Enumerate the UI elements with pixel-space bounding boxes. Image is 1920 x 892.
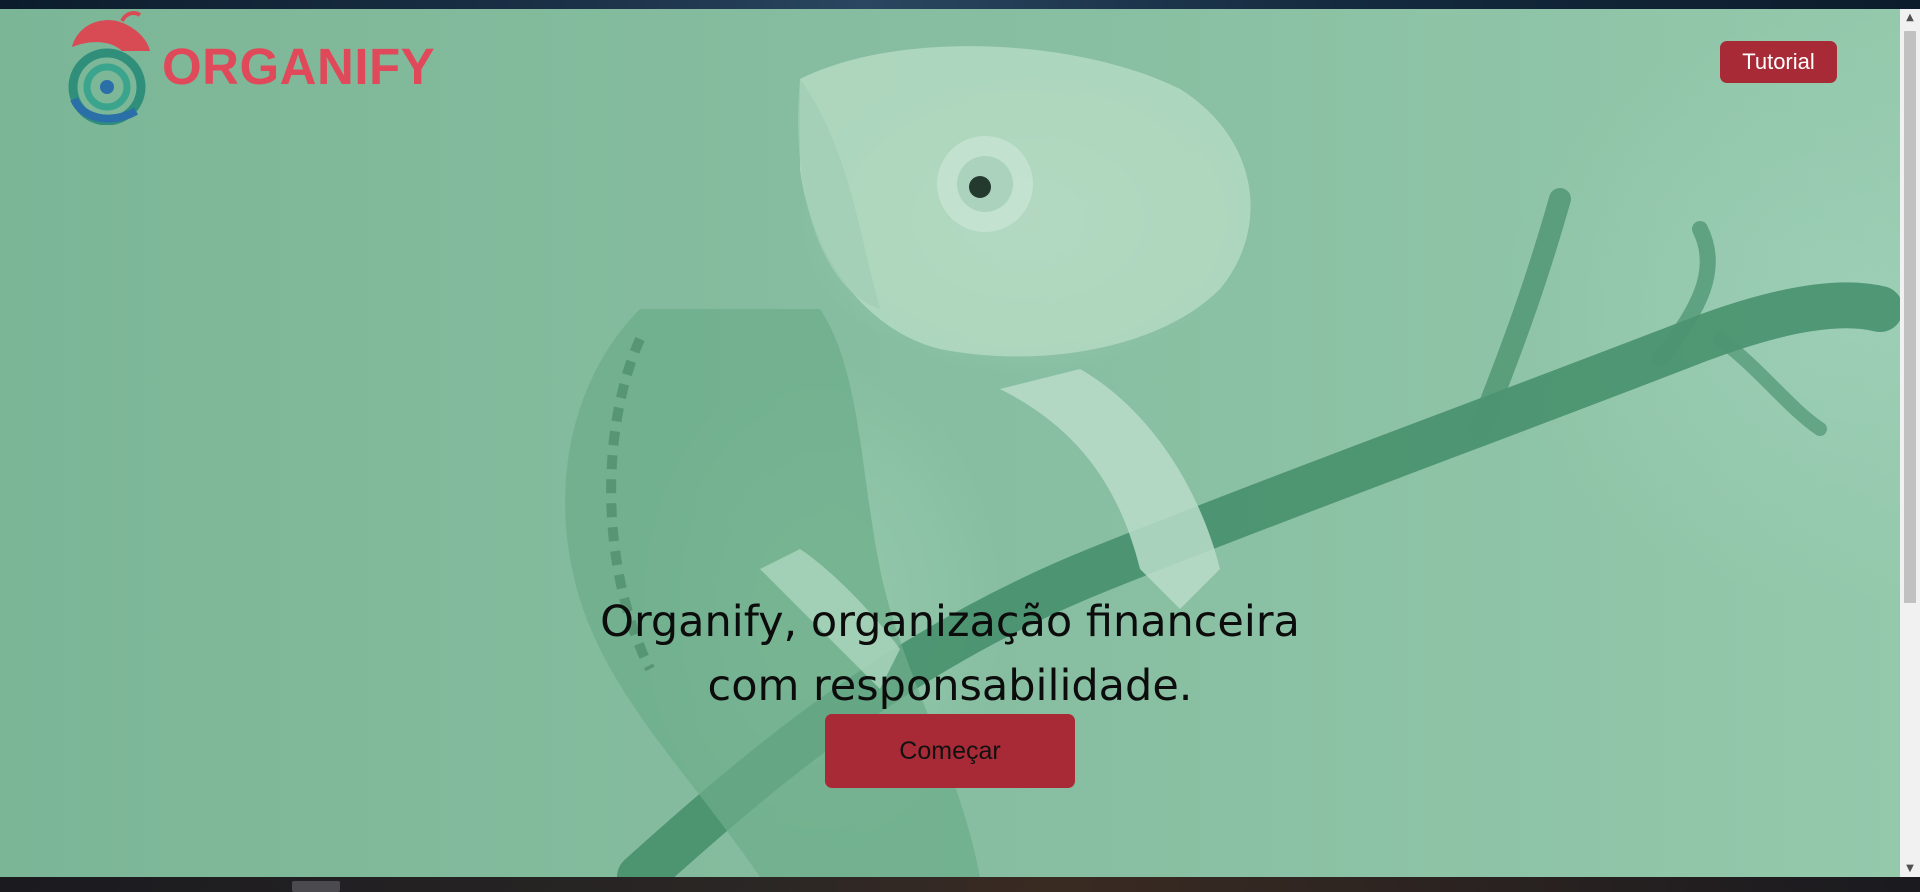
hero-headline-line1: Organify, organização financeira: [600, 597, 1300, 647]
scroll-up-arrow-icon[interactable]: ▲: [1900, 9, 1920, 26]
hero-headline-line2: com responsabilidade.: [707, 661, 1193, 711]
vertical-scrollbar[interactable]: ▲ ▼: [1900, 9, 1920, 877]
hero-headline: Organify, organização financeira com res…: [560, 590, 1340, 718]
os-taskbar: [0, 877, 1920, 892]
brand-name: ORGANIFY: [162, 37, 436, 95]
scroll-down-arrow-icon[interactable]: ▼: [1900, 860, 1920, 877]
start-button[interactable]: Começar: [825, 714, 1075, 788]
organify-logo[interactable]: ORGANIFY: [52, 6, 462, 126]
scrollbar-thumb[interactable]: [1904, 31, 1916, 603]
chameleon-spiral-logo-icon: [68, 11, 150, 125]
tutorial-button[interactable]: Tutorial: [1720, 41, 1837, 83]
taskbar-app-icon[interactable]: [292, 881, 340, 892]
